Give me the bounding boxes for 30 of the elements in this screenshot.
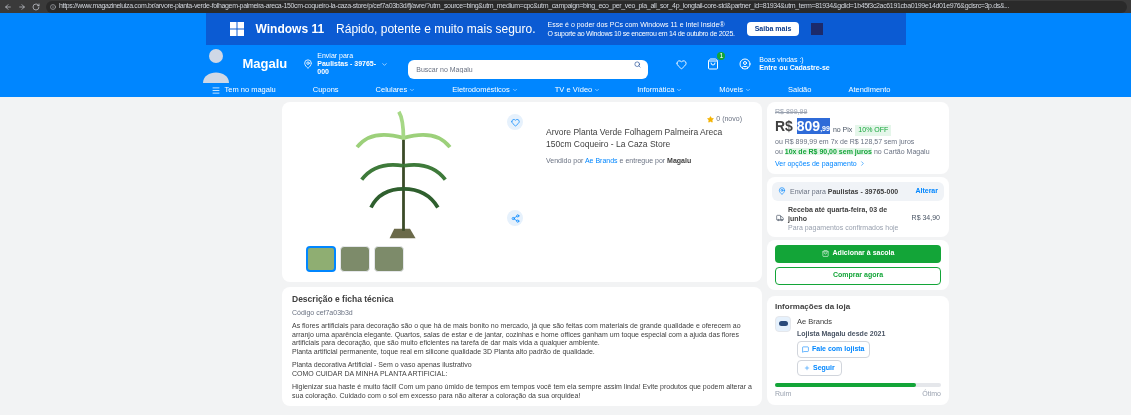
chevron-right-icon xyxy=(858,160,866,168)
favorite-button[interactable] xyxy=(507,114,523,130)
back-icon[interactable] xyxy=(4,2,12,11)
chat-icon xyxy=(802,346,809,353)
shopping-bag-icon[interactable] xyxy=(707,58,720,70)
share-button[interactable] xyxy=(507,210,523,226)
reload-icon[interactable] xyxy=(32,2,40,11)
truck-icon xyxy=(776,214,784,222)
location-pin-icon xyxy=(778,187,786,196)
product-title: Arvore Planta Verde Folhagem Palmeira Areca 150cm Coqueiro - La Caza Store xyxy=(546,125,724,150)
chevron-down-icon[interactable] xyxy=(381,60,389,68)
forward-icon[interactable] xyxy=(18,2,26,11)
section-title: Descrição e ficha técnica xyxy=(292,293,395,306)
star-icon xyxy=(707,115,715,123)
bag-icon xyxy=(821,250,829,257)
banner-brand: Windows 11 xyxy=(255,21,325,38)
store-logo-icon xyxy=(775,315,791,332)
plus-icon xyxy=(804,365,810,371)
thumbnail[interactable] xyxy=(306,246,336,272)
magalu-logo[interactable]: Magalu xyxy=(242,54,288,74)
location-pin-icon xyxy=(303,59,314,69)
banner-headline: Rápido, potente e muito mais seguro. xyxy=(336,21,536,38)
share-icon xyxy=(510,213,520,223)
section-title: Informações da loja xyxy=(775,300,852,313)
user-account-icon[interactable] xyxy=(739,58,752,70)
site-info-icon[interactable] xyxy=(50,3,56,10)
windows-logo-icon xyxy=(229,22,244,36)
favorites-icon[interactable] xyxy=(676,58,688,70)
search-icon[interactable] xyxy=(634,60,642,68)
heart-icon xyxy=(510,117,520,127)
